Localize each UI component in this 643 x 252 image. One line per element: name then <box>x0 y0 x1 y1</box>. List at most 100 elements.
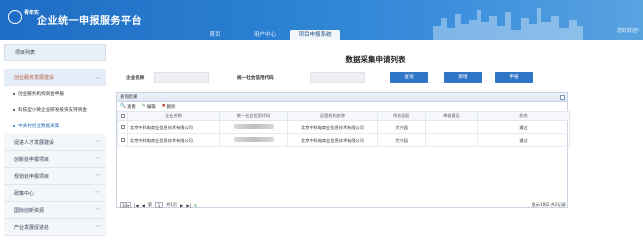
tab-home[interactable]: 首页 <box>190 30 240 40</box>
page-total: 共1页 <box>166 202 178 207</box>
sidebar-item-label: 国际创新资源 <box>14 207 45 214</box>
sidebar-item-industry[interactable]: 产业发展促进处 ﹀ <box>4 219 106 236</box>
prev-page-icon[interactable]: ◀ <box>142 203 145 208</box>
sidebar-item-label: 创业服务发展建设 <box>14 74 55 81</box>
grid-toolbar: 🔍 查看 ✎ 编辑 ✖ 删除 <box>117 102 567 111</box>
redacted-value <box>233 137 274 142</box>
query-button[interactable]: 查询 <box>390 72 428 83</box>
tab-project-declaration[interactable]: 项目申报系统 <box>290 30 340 40</box>
edit-label: 编辑 <box>146 104 156 110</box>
results-table: 企业名称 统一社会信用代码 运营机构名称 所在园区 审核意见 状态 北京中科电商… <box>117 111 570 147</box>
page-size-select[interactable]: 10▾ <box>120 202 131 208</box>
sidebar-item-policy[interactable]: 政策中心 ﹀ <box>4 185 106 202</box>
col-credit-code[interactable]: 统一社会信用代码 <box>219 111 288 121</box>
delete-label: 删除 <box>166 104 176 110</box>
table-header-row: 企业名称 统一社会信用代码 运营机构名称 所在园区 审核意见 状态 <box>117 111 570 121</box>
sidebar-subitem-fund[interactable]: 创业服务机构资金申报 <box>4 86 106 102</box>
page-number-input[interactable]: 1 <box>155 202 164 208</box>
logo: 青年实 <box>8 8 39 28</box>
grid-title: 查询结果 <box>117 93 567 102</box>
redacted-value <box>233 124 274 129</box>
sidebar-item-label: 产业发展促进处 <box>14 224 50 231</box>
status-cell: 通过 <box>477 133 570 147</box>
credit-code-input[interactable] <box>310 72 365 83</box>
delete-button[interactable]: ✖ 删除 <box>162 104 176 110</box>
sidebar-item-planning[interactable]: 规划处申报项目 ﹀ <box>4 168 106 185</box>
opinion-cell <box>425 133 478 147</box>
pagination-info: 显示1到2,共2记录 <box>531 202 566 207</box>
page-size-value: 10 <box>122 203 128 208</box>
top-nav: 首页 用户中心 项目申报系统 <box>190 30 340 40</box>
declare-button[interactable]: 申报 <box>495 72 533 83</box>
pagination: 10▾ |◀ ◀ 第 1 共1页 ▶ ▶| ↻ 显示1到2,共2记录 <box>117 201 569 209</box>
chevron-up-icon: ︿ <box>94 74 100 81</box>
sidebar-subitem-data-collection[interactable]: 中关村创业数据采集 <box>4 118 106 134</box>
last-page-icon[interactable]: ▶| <box>186 203 191 208</box>
operator-cell: 北京中科电商业信息技术有限公司 <box>287 120 378 134</box>
park-cell: 大兴园 <box>377 133 426 147</box>
select-all-checkbox[interactable] <box>120 113 125 118</box>
row-checkbox[interactable] <box>120 137 125 142</box>
chevron-down-icon: ﹀ <box>94 224 100 231</box>
chevron-down-icon: ﹀ <box>94 190 100 197</box>
status-cell: 通过 <box>477 120 570 134</box>
col-operator[interactable]: 运营机构名称 <box>287 111 378 121</box>
sidebar-item-label: 规划处申报项目 <box>14 173 50 180</box>
main-content: 数据采集申请列表 企业名称 统一社会信用代码 查询 新增 申报 查询结果 🔍 查… <box>112 44 639 252</box>
credit-code-cell <box>219 133 288 147</box>
company-cell: 北京中科电商业信息技术有限公司 <box>127 120 220 134</box>
company-name-input[interactable] <box>154 72 209 83</box>
col-status[interactable]: 状态 <box>477 111 570 121</box>
col-opinion[interactable]: 审核意见 <box>425 111 478 121</box>
results-grid: 查询结果 🔍 查看 ✎ 编辑 ✖ 删除 企业名称 统一社会信用代码 运营机构名称… <box>116 92 570 209</box>
sidebar-item-innovation[interactable]: 创新处申报项目 ﹀ <box>4 151 106 168</box>
sidebar-item-talent[interactable]: 促进人才发展建设 ﹀ <box>4 134 106 151</box>
collapse-icon[interactable] <box>560 95 565 100</box>
logo-emblem-icon <box>8 10 22 24</box>
sidebar-list-head[interactable]: 项目列表 <box>4 44 106 61</box>
refresh-icon[interactable]: ↻ <box>194 203 198 208</box>
search-form: 企业名称 统一社会信用代码 查询 新增 申报 <box>112 72 639 84</box>
row-checkbox-cell <box>117 133 128 147</box>
search-icon: 🔍 <box>120 104 126 109</box>
operator-cell: 北京中科电商业信息技术有限公司 <box>287 133 378 147</box>
skyline-decoration <box>433 8 583 40</box>
edit-button[interactable]: ✎ 编辑 <box>142 104 156 110</box>
chevron-down-icon: ﹀ <box>94 173 100 180</box>
sidebar-list-head-label: 项目列表 <box>15 50 36 56</box>
sidebar-item-label: 政策中心 <box>14 190 35 197</box>
opinion-cell <box>425 120 478 134</box>
park-cell: 大兴园 <box>377 120 426 134</box>
first-page-icon[interactable]: |◀ <box>134 203 139 208</box>
grid-title-label: 查询结果 <box>120 95 138 100</box>
row-checkbox-cell <box>117 120 128 134</box>
edit-icon: ✎ <box>141 104 146 109</box>
sidebar-item-label: 促进人才发展建设 <box>14 139 55 146</box>
chevron-down-icon: ﹀ <box>94 156 100 163</box>
company-cell: 北京中科电商业信息技术有限公司 <box>127 133 220 147</box>
sidebar-subitem-rd[interactable]: 科技型小微企业研发投资支持资金 <box>4 102 106 118</box>
col-checkbox <box>117 111 128 121</box>
welcome-text: 您好欢迎! <box>616 28 639 34</box>
next-page-icon[interactable]: ▶ <box>180 203 183 208</box>
col-company[interactable]: 企业名称 <box>127 111 220 121</box>
view-label: 查看 <box>126 104 136 110</box>
sidebar-item-entrepreneurship[interactable]: 创业服务发展建设 ︿ <box>4 69 106 86</box>
company-name-label: 企业名称 <box>126 76 145 81</box>
sidebar: 项目列表 创业服务发展建设 ︿ 创业服务机构资金申报 科技型小微企业研发投资支持… <box>4 44 106 252</box>
app-title: 企业统一申报服务平台 <box>37 16 142 27</box>
sidebar-item-international[interactable]: 国际创新资源 ﹀ <box>4 202 106 219</box>
chevron-down-icon: ﹀ <box>94 207 100 214</box>
col-park[interactable]: 所在园区 <box>377 111 426 121</box>
credit-code-label: 统一社会信用代码 <box>237 76 274 81</box>
chevron-down-icon: ﹀ <box>94 139 100 146</box>
add-button[interactable]: 新增 <box>444 72 482 83</box>
page-prefix: 第 <box>147 202 153 207</box>
tab-user-center[interactable]: 用户中心 <box>240 30 290 40</box>
view-button[interactable]: 🔍 查看 <box>120 104 136 110</box>
app-header: 青年实 企业统一申报服务平台 首页 用户中心 项目申报系统 您好欢迎! <box>0 0 643 40</box>
credit-code-cell <box>219 120 288 134</box>
table-row[interactable]: 北京中科电商业信息技术有限公司 北京中科电商业信息技术有限公司 大兴园 通过 <box>117 133 570 147</box>
table-row[interactable]: 北京中科电商业信息技术有限公司 北京中科电商业信息技术有限公司 大兴园 通过 <box>117 120 570 134</box>
row-checkbox[interactable] <box>120 124 125 129</box>
